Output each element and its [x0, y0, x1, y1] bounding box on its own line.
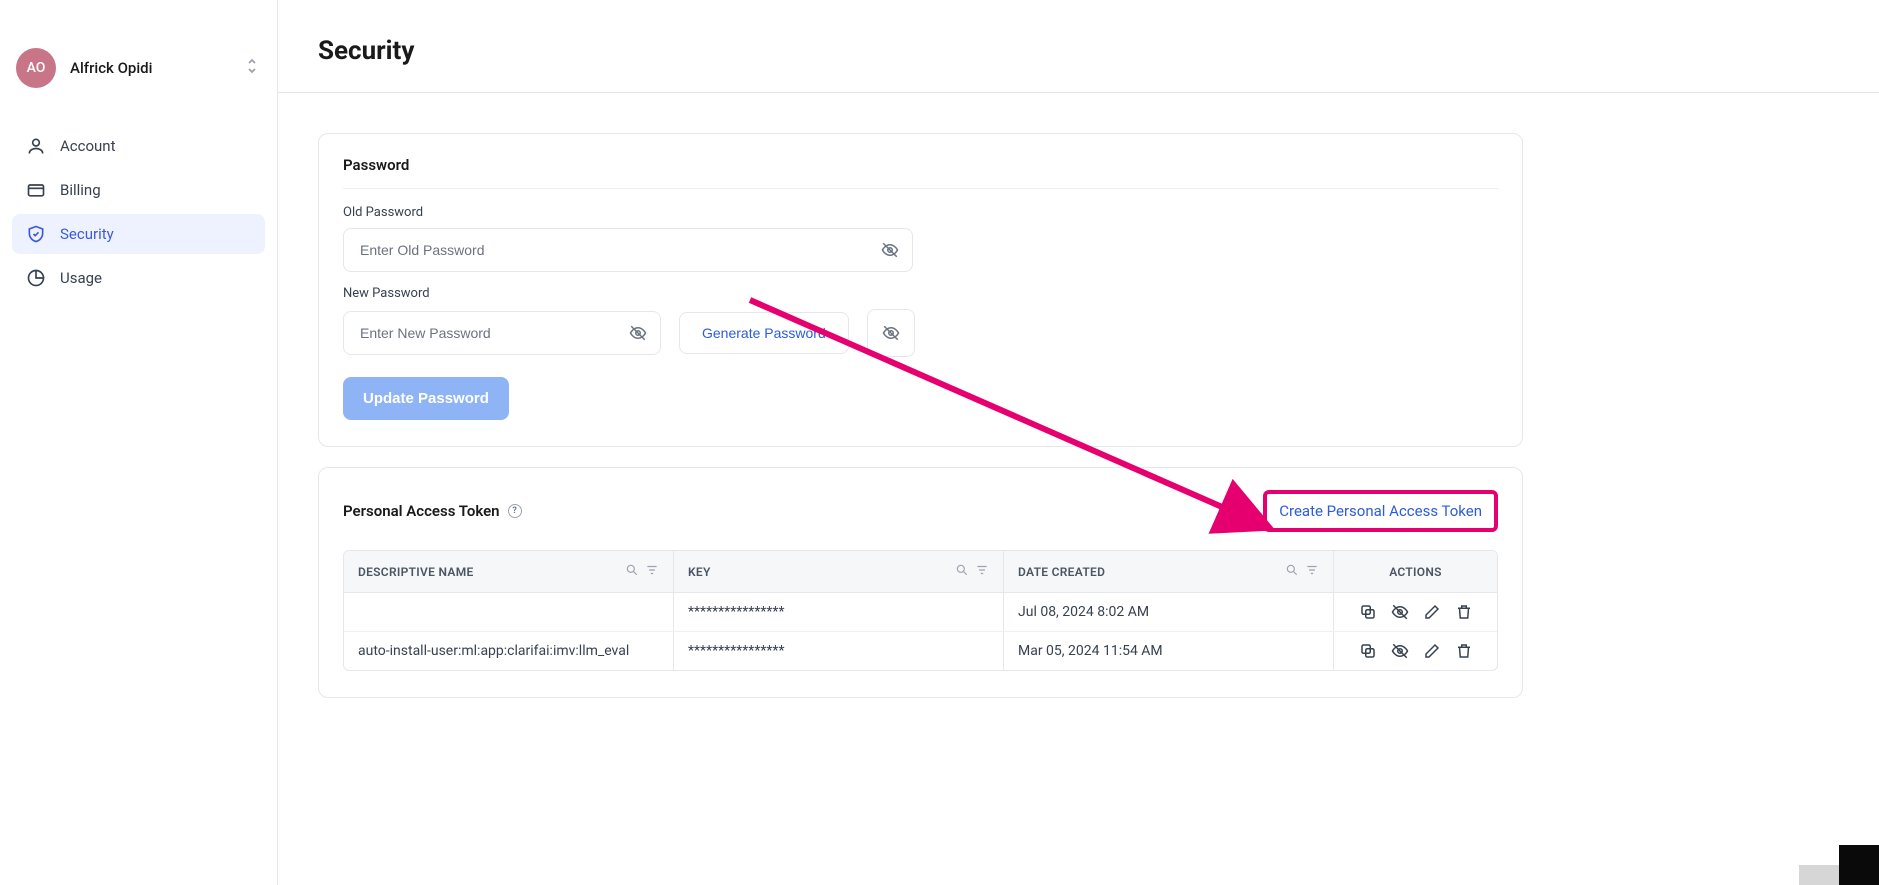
trash-icon[interactable]	[1455, 642, 1473, 660]
filter-icon[interactable]	[645, 563, 659, 580]
sidebar: AO Alfrick Opidi Account Billing	[0, 0, 278, 885]
edit-icon[interactable]	[1423, 642, 1441, 660]
col-date: DATE CREATED	[1018, 565, 1105, 579]
old-password-input[interactable]	[343, 228, 913, 272]
col-actions: ACTIONS	[1334, 551, 1497, 592]
sidebar-item-usage[interactable]: Usage	[12, 258, 265, 298]
cell-date: Jul 08, 2024 8:02 AM	[1004, 593, 1334, 631]
table-row: auto-install-user:ml:app:clarifai:imv:ll…	[344, 632, 1497, 670]
card-title: Password	[343, 156, 409, 174]
user-name: Alfrick Opidi	[70, 59, 245, 77]
copy-icon[interactable]	[1359, 642, 1377, 660]
eye-off-icon[interactable]	[881, 241, 899, 259]
card-title: Personal Access Token ?	[343, 502, 522, 520]
sidebar-item-billing[interactable]: Billing	[12, 170, 265, 210]
password-card: Password Old Password New Password	[318, 133, 1523, 447]
cell-name: auto-install-user:ml:app:clarifai:imv:ll…	[344, 632, 674, 670]
chart-icon	[26, 268, 46, 288]
eye-off-icon[interactable]	[1391, 642, 1409, 660]
sidebar-item-account[interactable]: Account	[12, 126, 265, 166]
page-title: Security	[318, 36, 1839, 66]
eye-off-icon[interactable]	[629, 324, 647, 342]
pat-table: DESCRIPTIVE NAME KEY	[343, 550, 1498, 671]
cell-date: Mar 05, 2024 11:54 AM	[1004, 632, 1334, 670]
sidebar-item-label: Security	[60, 225, 114, 243]
update-password-button[interactable]: Update Password	[343, 377, 509, 420]
pat-card: Personal Access Token ? Create Personal …	[318, 467, 1523, 698]
page-header: Security	[278, 0, 1879, 93]
overlay-decoration	[1799, 865, 1839, 885]
password-visibility-button[interactable]	[867, 309, 915, 357]
copy-icon[interactable]	[1359, 603, 1377, 621]
main: Security Password Old Password New	[278, 0, 1879, 885]
sidebar-item-label: Usage	[60, 269, 102, 287]
search-icon[interactable]	[625, 563, 639, 580]
overlay-decoration	[1839, 845, 1879, 885]
card-icon	[26, 180, 46, 200]
shield-icon	[26, 224, 46, 244]
sidebar-item-security[interactable]: Security	[12, 214, 265, 254]
create-pat-link[interactable]: Create Personal Access Token	[1279, 502, 1482, 520]
cell-key: ****************	[674, 593, 1004, 631]
sidebar-nav: Account Billing Security Usage	[12, 126, 265, 298]
col-name: DESCRIPTIVE NAME	[358, 565, 474, 579]
new-password-label: New Password	[343, 286, 1498, 301]
chevron-up-down-icon	[245, 57, 259, 79]
edit-icon[interactable]	[1423, 603, 1441, 621]
sidebar-item-label: Billing	[60, 181, 101, 199]
cell-name	[344, 593, 674, 631]
avatar: AO	[16, 48, 56, 88]
table-row: **************** Jul 08, 2024 8:02 AM	[344, 593, 1497, 632]
help-icon[interactable]: ?	[508, 504, 522, 518]
col-key: KEY	[688, 565, 711, 579]
table-header: DESCRIPTIVE NAME KEY	[344, 551, 1497, 593]
new-password-input[interactable]	[343, 311, 661, 355]
trash-icon[interactable]	[1455, 603, 1473, 621]
search-icon[interactable]	[955, 563, 969, 580]
filter-icon[interactable]	[1305, 563, 1319, 580]
sidebar-item-label: Account	[60, 137, 116, 155]
cell-key: ****************	[674, 632, 1004, 670]
search-icon[interactable]	[1285, 563, 1299, 580]
filter-icon[interactable]	[975, 563, 989, 580]
old-password-label: Old Password	[343, 205, 1498, 220]
generate-password-button[interactable]: Generate Password	[679, 312, 849, 354]
eye-off-icon[interactable]	[1391, 603, 1409, 621]
user-switcher[interactable]: AO Alfrick Opidi	[12, 40, 265, 96]
create-pat-highlight: Create Personal Access Token	[1263, 490, 1498, 532]
user-icon	[26, 136, 46, 156]
